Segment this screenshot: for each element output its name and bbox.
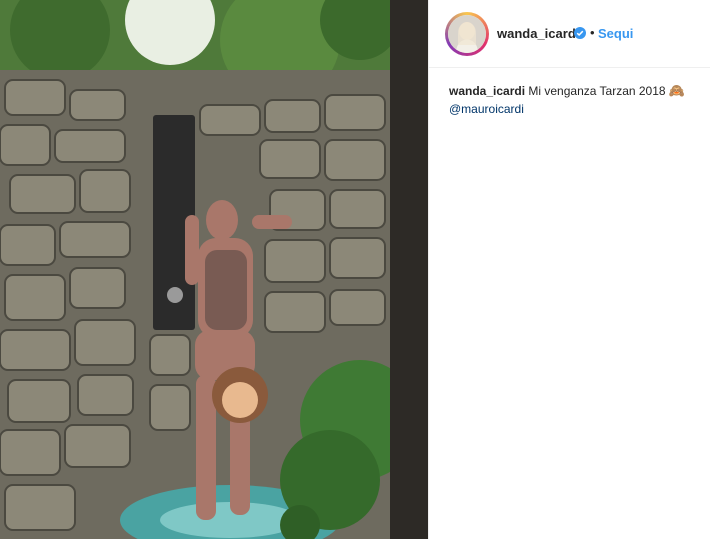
shower-photo-image xyxy=(0,0,408,539)
caption-mention-link[interactable]: @mauroicardi xyxy=(449,102,524,116)
post-caption: wanda_icardi Mi venganza Tarzan 2018 🙈 @… xyxy=(449,82,699,118)
caption-username[interactable]: wanda_icardi xyxy=(449,84,525,98)
verified-badge-icon xyxy=(574,27,586,39)
author-username[interactable]: wanda_icardi xyxy=(497,26,579,41)
post-side-panel: wanda_icardi • Sequi wanda_icardi Mi ven… xyxy=(428,0,710,539)
separator-dot: • xyxy=(590,25,595,40)
follow-button[interactable]: Sequi xyxy=(598,26,633,41)
avatar[interactable] xyxy=(445,12,489,56)
post-photo[interactable] xyxy=(0,0,408,539)
photo-frame-edge xyxy=(390,0,428,539)
avatar-image xyxy=(448,15,486,53)
caption-text: Mi venganza Tarzan 2018 xyxy=(528,84,666,98)
see-no-evil-monkey-emoji: 🙈 xyxy=(668,83,686,98)
post-header: wanda_icardi • Sequi xyxy=(429,0,710,68)
